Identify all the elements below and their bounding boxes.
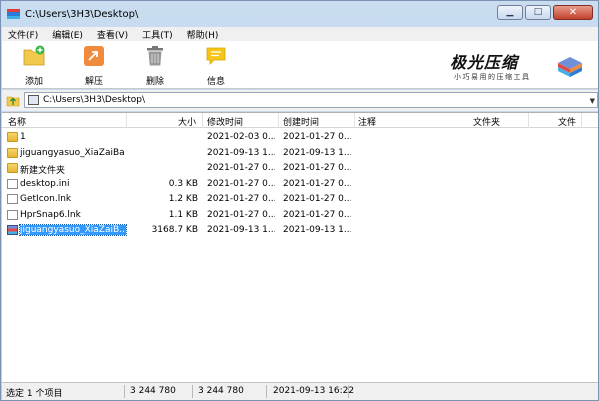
close-icon: ✕ [568, 6, 578, 18]
archive-icon [7, 225, 18, 235]
close-button[interactable]: ✕ [553, 5, 593, 20]
maximize-button[interactable]: □ [525, 5, 551, 20]
list-item[interactable]: HprSnap6.lnk 1.1 KB 2021-01-27 0... 2021… [2, 208, 598, 224]
add-label: 添加 [24, 77, 43, 87]
extract-label: 解压 [84, 77, 103, 87]
column-comment[interactable]: 注释 [358, 115, 376, 128]
file-modified: 2021-09-13 1... [207, 148, 275, 158]
file-name: 1 [20, 132, 26, 142]
file-created: 2021-01-27 0... [283, 210, 351, 220]
column-file[interactable]: 文件 [558, 115, 576, 128]
list-item[interactable]: GetIcon.lnk 1.2 KB 2021-01-27 0... 2021-… [2, 192, 598, 208]
column-size[interactable]: 大小 [178, 115, 196, 128]
menu-edit[interactable]: 编辑(E) [52, 28, 83, 41]
column-created[interactable]: 创建时间 [283, 115, 319, 128]
address-input[interactable]: C:\Users\3H3\Desktop\ ▼ [24, 92, 598, 108]
file-modified: 2021-01-27 0... [207, 194, 275, 204]
info-button[interactable]: 信息 [196, 45, 236, 87]
column-name[interactable]: 名称 [8, 115, 26, 128]
extract-button[interactable]: 解压 [74, 45, 114, 87]
brand-banner: 极光压缩 小巧易用的压缩工具 [440, 45, 590, 85]
file-created: 2021-09-13 1... [283, 148, 351, 158]
folder-icon [7, 132, 18, 142]
info-icon [206, 47, 226, 65]
menu-file[interactable]: 文件(F) [8, 28, 38, 41]
list-item-selected[interactable]: jiguangyasuo_XiaZaiB... 3168.7 KB 2021-0… [2, 223, 598, 239]
address-path: C:\Users\3H3\Desktop\ [43, 95, 145, 105]
menu-help[interactable]: 帮助(H) [187, 28, 219, 41]
brand-title: 极光压缩 [450, 53, 519, 72]
file-created: 2021-01-27 0... [283, 132, 351, 142]
folder-icon [7, 148, 18, 158]
status-datetime: 2021-09-13 16:22 [273, 386, 355, 396]
app-icon [7, 9, 20, 19]
app-window: C:\Users\3H3\Desktop\ ▁ □ ✕ 文件(F) 编辑(E) … [0, 0, 599, 401]
file-list: 名称 大小 修改时间 创建时间 注释 文件夹 文件 1 2021-02-03 0… [2, 112, 598, 382]
status-size: 3 244 780 [130, 386, 176, 396]
chevron-down-icon[interactable]: ▼ [590, 97, 595, 105]
shortcut-icon [7, 194, 18, 204]
file-name: HprSnap6.lnk [20, 210, 81, 220]
status-bar: 选定 1 个项目 3 244 780 3 244 780 2021-09-13 … [2, 382, 598, 400]
file-size: 0.3 KB [168, 179, 198, 189]
status-selection: 选定 1 个项目 [6, 389, 63, 399]
add-folder-icon [23, 45, 45, 66]
file-created: 2021-01-27 0... [283, 194, 351, 204]
trash-icon [147, 46, 163, 66]
file-modified: 2021-01-27 0... [207, 179, 275, 189]
file-size: 1.2 KB [168, 194, 198, 204]
list-item[interactable]: 1 2021-02-03 0... 2021-01-27 0... [2, 130, 598, 146]
file-modified: 2021-02-03 0... [207, 132, 275, 142]
file-name: desktop.ini [20, 179, 70, 189]
menu-bar: 文件(F) 编辑(E) 查看(V) 工具(T) 帮助(H) [2, 27, 598, 41]
menu-view[interactable]: 查看(V) [97, 28, 128, 41]
column-folder[interactable]: 文件夹 [473, 115, 500, 128]
shortcut-icon [7, 210, 18, 220]
list-item[interactable]: 新建文件夹 2021-01-27 0... 2021-01-27 0... [2, 161, 598, 177]
file-name: 新建文件夹 [20, 166, 66, 176]
up-folder-icon[interactable] [6, 93, 20, 107]
address-bar: C:\Users\3H3\Desktop\ ▼ [2, 90, 598, 111]
file-created: 2021-09-13 1... [283, 225, 351, 235]
extract-icon [84, 46, 104, 66]
title-bar[interactable]: C:\Users\3H3\Desktop\ ▁ □ ✕ [1, 1, 598, 27]
menu-tools[interactable]: 工具(T) [142, 28, 173, 41]
brand-subtitle: 小巧易用的压缩工具 [454, 73, 531, 81]
file-name: GetIcon.lnk [20, 194, 72, 204]
file-modified: 2021-01-27 0... [207, 210, 275, 220]
app-logo-icon [558, 57, 582, 77]
window-title: C:\Users\3H3\Desktop\ [25, 9, 139, 20]
minimize-button[interactable]: ▁ [497, 5, 523, 20]
file-modified: 2021-09-13 1... [207, 225, 275, 235]
maximize-icon: □ [533, 7, 543, 17]
minimize-icon: ▁ [506, 7, 514, 17]
file-size: 1.1 KB [168, 210, 198, 220]
add-button[interactable]: 添加 [14, 45, 54, 87]
folder-icon [7, 163, 18, 173]
file-modified: 2021-01-27 0... [207, 163, 275, 173]
file-created: 2021-01-27 0... [283, 179, 351, 189]
file-name: jiguangyasuo_XiaZaiB... [19, 224, 127, 236]
list-item[interactable]: jiguangyasuo_XiaZaiBa 2021-09-13 1... 20… [2, 146, 598, 162]
delete-button[interactable]: 删除 [135, 45, 175, 87]
column-modified[interactable]: 修改时间 [207, 115, 243, 128]
info-label: 信息 [206, 77, 225, 87]
toolbar: 添加 解压 删除 信息 极光压缩 小巧易用的压缩工具 [2, 41, 598, 89]
window-controls: ▁ □ ✕ [495, 5, 593, 22]
delete-label: 删除 [145, 77, 164, 87]
ini-file-icon [7, 179, 18, 189]
file-size: 3168.7 KB [151, 225, 198, 235]
file-name: jiguangyasuo_XiaZaiBa [20, 148, 125, 158]
status-packed-size: 3 244 780 [198, 386, 244, 396]
column-header: 名称 大小 修改时间 创建时间 注释 文件夹 文件 [2, 113, 598, 128]
file-created: 2021-01-27 0... [283, 163, 351, 173]
drive-icon [28, 95, 39, 105]
list-item[interactable]: desktop.ini 0.3 KB 2021-01-27 0... 2021-… [2, 177, 598, 193]
